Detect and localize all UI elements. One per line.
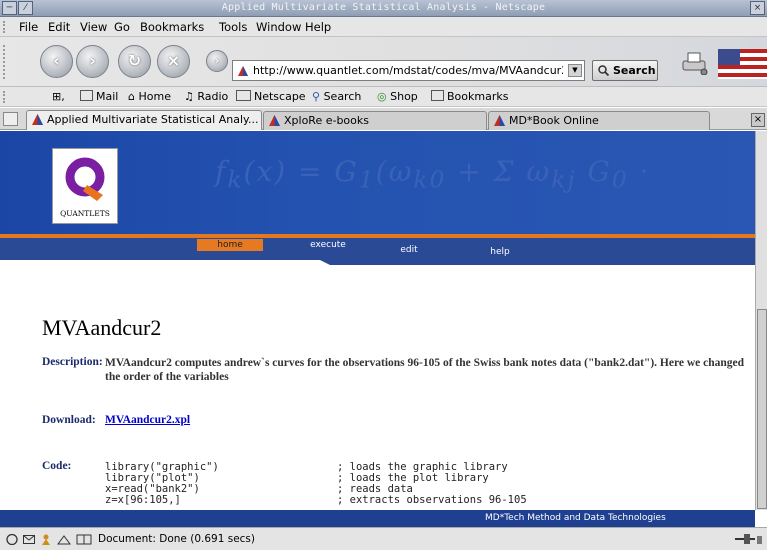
menu-tools[interactable]: Tools xyxy=(219,20,247,34)
status-text: Document: Done (0.691 secs) xyxy=(98,533,255,545)
tab-applied-multivariate[interactable]: Applied Multivariate Statistical Analy..… xyxy=(26,110,262,130)
radio-label: Radio xyxy=(197,90,229,103)
search-link[interactable]: ⚲ Search xyxy=(312,90,361,103)
radio-icon: ♫ xyxy=(184,90,198,103)
description-text: MVAandcur2 computes andrew`s curves for … xyxy=(105,357,745,383)
nav-execute-link[interactable]: execute xyxy=(290,239,366,251)
shop-icon: ◎ xyxy=(377,90,391,103)
nav-home-link[interactable]: home xyxy=(197,239,263,251)
forward-icon[interactable]: › xyxy=(76,45,109,78)
personal-toolbar: ⊞, Mail ⌂ Home ♫ Radio Netscape ⚲ Search… xyxy=(0,87,767,107)
nav-help-link[interactable]: help xyxy=(470,246,530,258)
footer-text: MD*Tech Method and Data Technologies xyxy=(485,513,666,523)
folder-icon xyxy=(431,90,444,101)
address-book-icon[interactable] xyxy=(76,534,92,545)
navigation-toolbar: ‹ › ↻ × › ▼ Search xyxy=(0,37,767,87)
code-comment: ; extracts observations 96-105 xyxy=(337,494,527,506)
tab-label: MD*Book Online xyxy=(509,114,599,127)
window-title: Applied Multivariate Statistical Analysi… xyxy=(221,2,546,13)
my-netscape-icon xyxy=(236,90,251,101)
url-input[interactable] xyxy=(253,62,563,79)
reload-icon[interactable]: ↻ xyxy=(118,45,151,78)
shop-label: Shop xyxy=(390,90,418,103)
quantlets-logo[interactable]: QUANTLETS xyxy=(52,148,118,224)
back-icon[interactable]: ‹ xyxy=(40,45,73,78)
search-button-label: Search xyxy=(613,64,656,77)
close-tab-icon[interactable]: × xyxy=(751,113,765,127)
toolbar-grip-icon[interactable] xyxy=(3,91,9,103)
quantlets-logo-icon xyxy=(65,157,105,201)
search-button[interactable]: Search xyxy=(592,60,658,81)
menu-edit[interactable]: Edit xyxy=(48,20,70,34)
status-bar: Document: Done (0.691 secs) xyxy=(0,527,767,550)
go-icon[interactable]: › xyxy=(206,50,228,72)
home-link[interactable]: ⌂ Home xyxy=(128,90,171,103)
code-label: Code: xyxy=(42,460,72,472)
shop-link[interactable]: ◎ Shop xyxy=(377,90,418,103)
netscape-throbber-icon[interactable] xyxy=(718,49,767,79)
aim-icon[interactable] xyxy=(40,534,52,545)
toolbar-grip-icon[interactable] xyxy=(3,21,9,33)
print-icon[interactable] xyxy=(680,51,708,75)
home-label: Home xyxy=(138,90,171,103)
tab-bar: Applied Multivariate Statistical Analy..… xyxy=(0,108,767,130)
site-icon xyxy=(32,114,43,125)
page-content[interactable]: fk(x) = G1(ωk0 + Σ ωkj G0 · QUANTLETS ho… xyxy=(0,131,755,510)
search-label: Search xyxy=(323,90,362,103)
toolbar-home-icon[interactable]: ⊞, xyxy=(52,90,65,103)
composer-icon[interactable] xyxy=(57,534,71,545)
scrollbar-thumb[interactable] xyxy=(757,309,767,509)
site-icon xyxy=(269,115,280,126)
url-dropdown-icon[interactable]: ▼ xyxy=(568,64,582,77)
logo-text: QUANTLETS xyxy=(60,209,110,218)
radio-link[interactable]: ♫ Radio xyxy=(184,90,228,103)
page-title: MVAandcur2 xyxy=(42,315,162,340)
netscape-link[interactable]: Netscape xyxy=(236,90,306,103)
search-icon xyxy=(598,65,609,76)
menu-help[interactable]: Help xyxy=(305,20,331,34)
menu-go[interactable]: Go xyxy=(114,20,130,34)
navigator-icon[interactable] xyxy=(6,534,18,545)
download-label: Download: xyxy=(42,414,96,426)
online-status-icon[interactable] xyxy=(735,533,763,545)
new-tab-icon[interactable] xyxy=(3,112,18,126)
banner-formula-image: fk(x) = G1(ωk0 + Σ ωkj G0 · xyxy=(215,155,651,194)
url-field[interactable]: ▼ xyxy=(232,60,585,81)
site-icon xyxy=(494,115,505,126)
stop-icon[interactable]: × xyxy=(157,45,190,78)
bookmarks-label: Bookmarks xyxy=(447,90,509,103)
mail-icon xyxy=(80,90,93,101)
page-banner: fk(x) = G1(ωk0 + Σ ωkj G0 · QUANTLETS xyxy=(0,131,755,234)
menubar: File Edit View Go Bookmarks Tools Window… xyxy=(0,17,767,37)
mail-link[interactable]: Mail xyxy=(80,90,118,103)
search-icon: ⚲ xyxy=(312,90,324,103)
tab-mdbook-online[interactable]: MD*Book Online xyxy=(488,111,710,130)
tab-label: Applied Multivariate Statistical Analy..… xyxy=(47,113,259,126)
vertical-scrollbar[interactable] xyxy=(755,131,767,510)
nav-edit-link[interactable]: edit xyxy=(372,244,446,256)
bookmarks-folder[interactable]: Bookmarks xyxy=(431,90,508,103)
menu-bookmarks[interactable]: Bookmarks xyxy=(140,20,204,34)
tab-xplore-ebooks[interactable]: XploRe e-books xyxy=(263,111,487,130)
mail-label: Mail xyxy=(96,90,119,103)
close-window-icon[interactable]: × xyxy=(750,1,765,15)
download-link[interactable]: MVAandcur2.xpl xyxy=(105,414,190,426)
menu-view[interactable]: View xyxy=(80,20,107,34)
mail-icon[interactable] xyxy=(23,534,35,545)
netscape-label: Netscape xyxy=(254,90,306,103)
tab-label: XploRe e-books xyxy=(284,114,369,127)
site-icon xyxy=(238,66,248,76)
home-icon: ⌂ xyxy=(128,90,139,103)
window-titlebar[interactable]: ─ ⁄ Applied Multivariate Statistical Ana… xyxy=(0,0,767,17)
description-label: Description: xyxy=(42,356,103,368)
toolbar-grip-icon[interactable] xyxy=(3,45,9,79)
code-line: z=x[96:105,] xyxy=(105,494,181,506)
menu-file[interactable]: File xyxy=(19,20,38,34)
page-footer: MD*Tech Method and Data Technologies xyxy=(0,510,755,527)
menu-window[interactable]: Window xyxy=(256,20,301,34)
